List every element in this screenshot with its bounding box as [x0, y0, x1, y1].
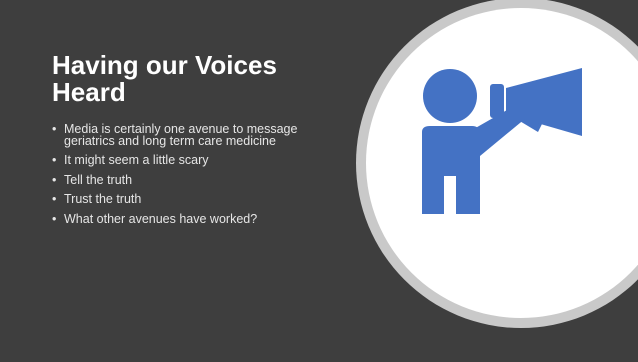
- bullet-marker: •: [52, 172, 57, 187]
- list-item: • Trust the truth: [52, 192, 342, 206]
- slide: Having our Voices Heard • Media is certai…: [0, 0, 638, 362]
- bullet-marker: •: [52, 211, 57, 226]
- bullet-marker: •: [52, 192, 57, 206]
- bullet-list: • Media is certainly one avenue to messag…: [52, 122, 342, 233]
- bullet-text: It might seem a little scary: [64, 153, 209, 167]
- list-item: • It might seem a little scary: [52, 153, 342, 167]
- bullet-text: Media is certainly one avenue to message…: [64, 122, 298, 148]
- bullet-text: What other avenues have worked?: [64, 211, 258, 226]
- slide-title: Having our Voices Heard: [52, 50, 277, 107]
- bullet-marker: •: [52, 122, 57, 136]
- bullet-text: Trust the truth: [64, 192, 142, 206]
- list-item: • Tell the truth: [52, 172, 342, 187]
- bullet-marker: •: [52, 153, 57, 167]
- person-with-megaphone-icon: [422, 68, 582, 214]
- list-item: • Media is certainly one avenue to messag…: [52, 122, 342, 148]
- bullet-text: Tell the truth: [64, 172, 133, 187]
- list-item: • What other avenues have worked?: [52, 211, 342, 226]
